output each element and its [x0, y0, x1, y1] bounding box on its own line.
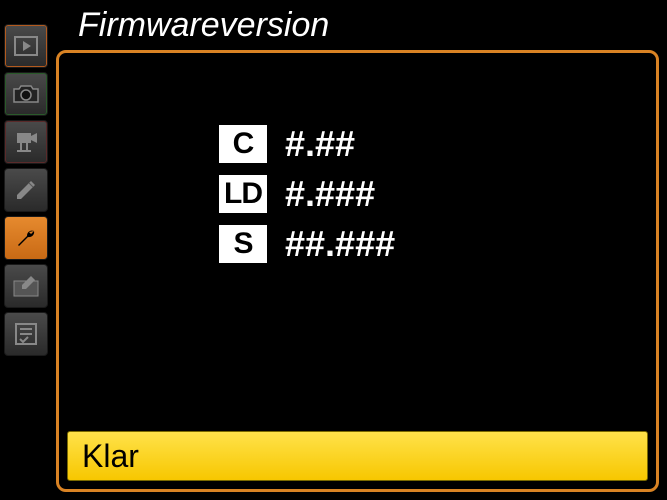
- video-icon: [13, 131, 39, 153]
- firmware-row: LD #.###: [219, 173, 395, 215]
- sidebar-item-photo[interactable]: [4, 72, 48, 116]
- play-icon: [14, 36, 38, 56]
- sidebar: [0, 20, 52, 360]
- sidebar-item-retouch[interactable]: [4, 264, 48, 308]
- sidebar-item-mymenu[interactable]: [4, 312, 48, 356]
- firmware-value: #.###: [285, 173, 375, 215]
- content-frame: C #.## LD #.### S ##.### Klar: [56, 50, 659, 492]
- firmware-value: ##.###: [285, 223, 395, 265]
- sidebar-item-playback[interactable]: [4, 24, 48, 68]
- sidebar-item-movie[interactable]: [4, 120, 48, 164]
- firmware-badge-c: C: [219, 125, 267, 163]
- camera-icon: [12, 84, 40, 104]
- firmware-value: #.##: [285, 123, 355, 165]
- firmware-list: C #.## LD #.### S ##.###: [219, 123, 395, 265]
- firmware-row: C #.##: [219, 123, 395, 165]
- list-icon: [14, 322, 38, 346]
- done-button[interactable]: Klar: [67, 431, 648, 481]
- done-label: Klar: [82, 438, 139, 475]
- sidebar-item-setup[interactable]: [4, 216, 48, 260]
- wrench-icon: [14, 226, 38, 250]
- page-title: Firmwareversion: [78, 6, 329, 45]
- firmware-badge-ld: LD: [219, 175, 267, 213]
- firmware-row: S ##.###: [219, 223, 395, 265]
- retouch-icon: [13, 275, 39, 297]
- header: Firmwareversion: [60, 0, 329, 50]
- pencil-icon: [14, 178, 38, 202]
- sidebar-item-custom[interactable]: [4, 168, 48, 212]
- firmware-badge-s: S: [219, 225, 267, 263]
